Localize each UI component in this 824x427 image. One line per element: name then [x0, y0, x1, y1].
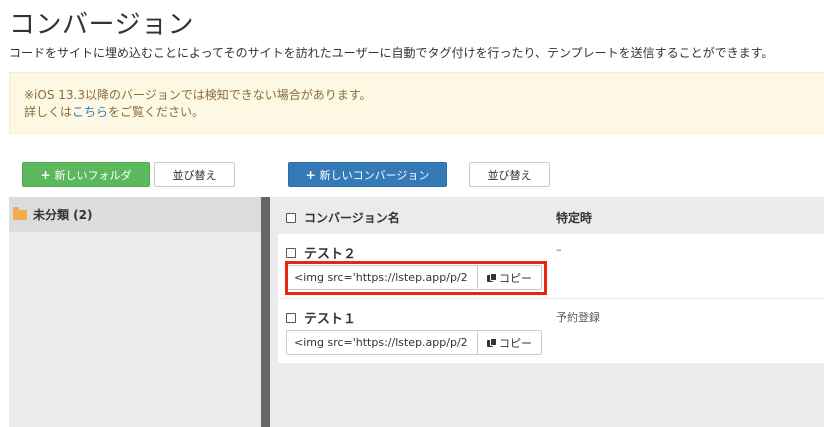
folder-open-icon [13, 206, 27, 220]
table-header: コンバージョン名 特定時 [278, 197, 824, 232]
folder-label: 未分類 (2) [33, 208, 93, 222]
notice-line-1: ※iOS 13.3以降のバージョンでは検知できない場合があります。 [24, 88, 372, 102]
clipboard-icon [487, 272, 497, 283]
copy-button[interactable]: コピー [477, 330, 542, 355]
folder-sidebar: 未分類 (2) [9, 197, 261, 427]
folder-item-uncategorized[interactable]: 未分類 (2) [9, 197, 261, 232]
new-conversion-label: 新しいコンバージョン [319, 168, 430, 182]
ios-notice: ※iOS 13.3以降のバージョンでは検知できない場合があります。 詳しくはこち… [9, 72, 824, 134]
clipboard-icon [487, 337, 497, 348]
notice-line-2: 詳しくはこちらをご覧ください。 [24, 104, 810, 121]
code-field[interactable]: <img src='https://lstep.app/p/2 [286, 330, 477, 355]
code-group: <img src='https://lstep.app/p/2 コピー [286, 265, 542, 290]
row-checkbox[interactable] [286, 312, 296, 323]
copy-label: コピー [499, 271, 532, 285]
code-group: <img src='https://lstep.app/p/2 コピー [286, 330, 542, 355]
page-title: コンバージョン [9, 10, 194, 40]
copy-label: コピー [499, 336, 532, 350]
new-folder-label: 新しいフォルダ [54, 168, 132, 182]
sort-conversions-button[interactable]: 並び替え [469, 162, 550, 187]
table-row: テスト１ 予約登録 <img src='https://lstep.app/p/… [278, 299, 824, 363]
panel-divider[interactable] [261, 197, 270, 427]
conversion-time: 予約登録 [556, 311, 600, 324]
plus-icon: + [305, 167, 316, 182]
conversion-list: コンバージョン名 特定時 テスト２ – <img src='https://ls… [270, 197, 824, 427]
select-all-checkbox[interactable] [286, 212, 296, 223]
plus-icon: + [40, 167, 51, 182]
table-row: テスト２ – <img src='https://lstep.app/p/2 コ… [278, 234, 824, 298]
new-folder-button[interactable]: + 新しいフォルダ [22, 162, 150, 187]
row-checkbox[interactable] [286, 247, 296, 258]
code-field[interactable]: <img src='https://lstep.app/p/2 [286, 265, 477, 290]
copy-button[interactable]: コピー [477, 265, 542, 290]
column-header-time: 特定時 [556, 211, 593, 225]
notice-suffix: をご覧ください。 [108, 105, 205, 119]
column-header-name: コンバージョン名 [304, 211, 400, 225]
conversion-name: テスト１ [304, 312, 357, 327]
sort-folders-button[interactable]: 並び替え [154, 162, 235, 187]
notice-prefix: 詳しくは [24, 105, 73, 119]
conversion-time: – [556, 243, 562, 256]
details-link[interactable]: こちら [72, 105, 108, 119]
conversion-name: テスト２ [304, 247, 357, 262]
page-description: コードをサイトに埋め込むことによってそのサイトを訪れたユーザーに自動でタグ付けを… [9, 46, 774, 60]
new-conversion-button[interactable]: + 新しいコンバージョン [288, 162, 447, 187]
